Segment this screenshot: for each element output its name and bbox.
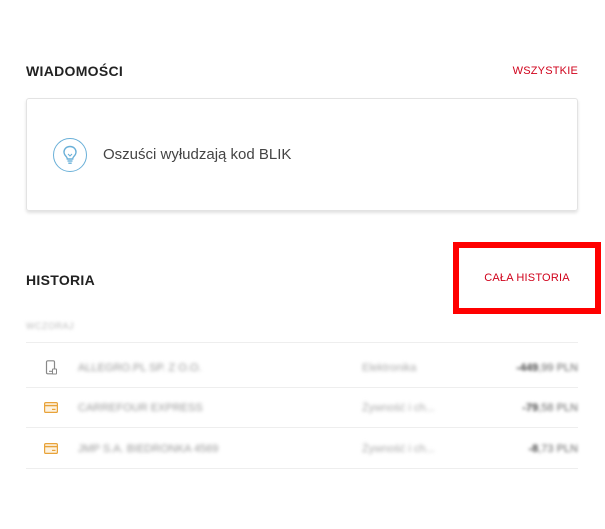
history-row[interactable]: JMP S.A. BIEDRONKA 4569 Żywność i ch... … [26, 429, 578, 468]
messages-title: WIADOMOŚCI [26, 63, 124, 79]
transaction-amount: -8,73 PLN [528, 442, 578, 455]
history-date-subheader: WCZORAJ [26, 321, 74, 331]
card-icon [44, 401, 58, 415]
divider [26, 468, 578, 469]
messages-all-link[interactable]: WSZYSTKIE [513, 65, 578, 77]
transaction-amount: -449,99 PLN [516, 361, 578, 374]
transaction-category: Żywność i ch... [362, 442, 435, 455]
divider [26, 427, 578, 428]
history-all-link-highlight[interactable]: CAŁA HISTORIA [453, 242, 601, 314]
lightbulb-icon [53, 137, 87, 172]
history-row[interactable]: ALLEGRO.PL SP. Z O.O. Elektronika -449,9… [26, 348, 578, 387]
divider [26, 342, 578, 343]
transaction-category: Elektronika [362, 361, 417, 374]
transaction-category: Żywność i ch... [362, 401, 435, 414]
card-icon [44, 442, 58, 456]
transaction-name: JMP S.A. BIEDRONKA 4569 [78, 442, 219, 455]
history-all-link[interactable]: CAŁA HISTORIA [484, 272, 570, 284]
history-title: HISTORIA [26, 272, 96, 288]
transaction-name: ALLEGRO.PL SP. Z O.O. [78, 361, 202, 374]
message-card[interactable]: Oszuści wyłudzają kod BLIK [26, 98, 578, 211]
transaction-name: CARREFOUR EXPRESS [78, 401, 203, 414]
message-text: Oszuści wyłudzają kod BLIK [103, 146, 292, 163]
transaction-amount: -79,58 PLN [522, 401, 578, 414]
history-row[interactable]: CARREFOUR EXPRESS Żywność i ch... -79,58… [26, 388, 578, 427]
phone-icon [44, 360, 58, 375]
